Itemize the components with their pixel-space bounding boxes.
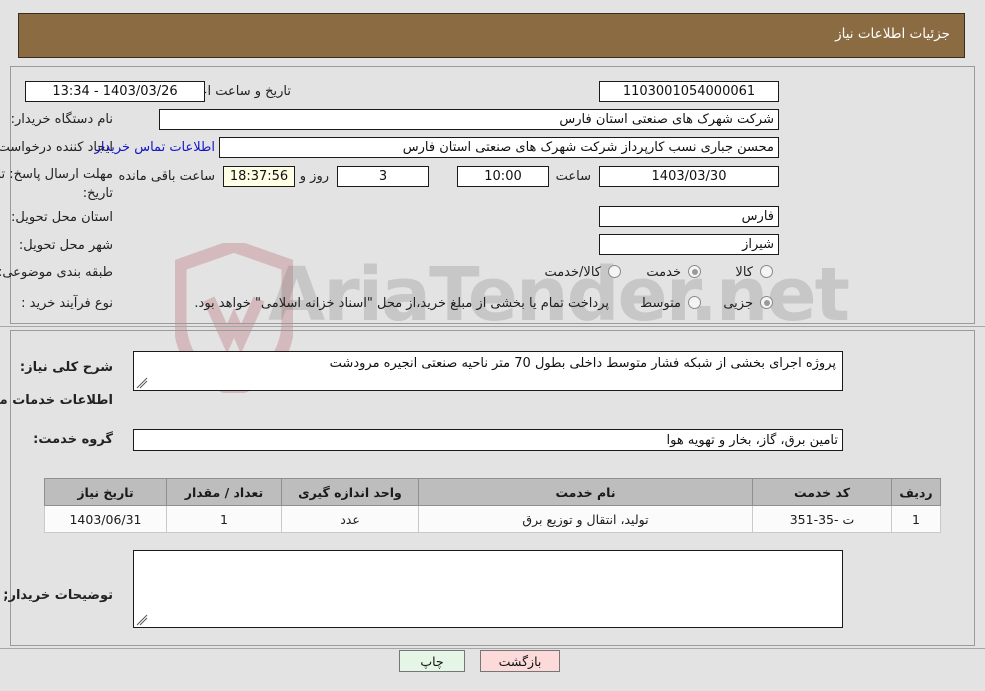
- table-row: 1 ت -35-351 تولید، انتقال و توزیع برق عد…: [44, 505, 941, 533]
- need-number-value: 1103001054000061: [599, 81, 779, 102]
- announce-datetime-value: 1403/03/26 - 13:34: [25, 81, 205, 102]
- back-button[interactable]: بازگشت: [480, 650, 560, 672]
- radio-process-motevasset-label[interactable]: متوسط: [640, 296, 681, 311]
- city-label: شهر محل تحویل:: [18, 238, 113, 253]
- countdown-value: 18:37:56: [223, 166, 295, 187]
- buyer-org-value: شرکت شهرک های صنعتی استان فارس: [159, 109, 779, 130]
- table-header-row: ردیف کد خدمت نام خدمت واحد اندازه گیری ت…: [44, 478, 941, 506]
- deadline-label-line2: تاریخ:: [82, 186, 113, 201]
- need-desc-label: شرح کلی نیاز:: [19, 360, 113, 375]
- radio-process-jozi-label[interactable]: جزیی: [723, 296, 753, 311]
- requester-value: محسن جباری نسب کارپرداز شرکت شهرک های صن…: [219, 137, 779, 158]
- radio-category-kala-khedmat-label[interactable]: کالا/خدمت: [544, 265, 601, 280]
- radio-category-khedmat[interactable]: [688, 265, 701, 278]
- deadline-hour-value: 10:00: [457, 166, 549, 187]
- cell-code: ت -35-351: [752, 505, 892, 533]
- service-group-label: گروه خدمت:: [33, 432, 113, 447]
- page-root: AriaTender.net جزئیات اطلاعات نیاز شماره…: [0, 0, 985, 691]
- radio-category-khedmat-label[interactable]: خدمت: [646, 265, 681, 280]
- section-divider-bottom: [0, 648, 985, 649]
- cell-need-date: 1403/06/31: [44, 505, 167, 533]
- print-button[interactable]: چاپ: [399, 650, 465, 672]
- buyer-notes-input[interactable]: [133, 550, 843, 628]
- col-name: نام خدمت: [418, 478, 753, 506]
- col-unit: واحد اندازه گیری: [281, 478, 419, 506]
- radio-process-motevasset[interactable]: [688, 296, 701, 309]
- top-info-panel: [10, 66, 975, 324]
- cell-name: تولید، انتقال و توزیع برق: [418, 505, 753, 533]
- deadline-date-value: 1403/03/30: [599, 166, 779, 187]
- resize-grip-icon: [136, 377, 148, 389]
- buyer-notes-label: توضیحات خریدار;: [3, 588, 113, 603]
- province-label: استان محل تحویل:: [11, 210, 113, 225]
- deadline-label-line1: مهلت ارسال پاسخ: تا: [0, 167, 113, 182]
- buyer-org-label: نام دستگاه خریدار:: [10, 112, 113, 127]
- radio-category-kala[interactable]: [760, 265, 773, 278]
- radio-category-kala-khedmat[interactable]: [608, 265, 621, 278]
- category-label: طبقه بندی موضوعی:: [0, 265, 113, 280]
- col-need-date: تاریخ نیاز: [44, 478, 167, 506]
- col-radif: ردیف: [891, 478, 941, 506]
- cell-radif: 1: [891, 505, 941, 533]
- resize-grip-icon[interactable]: [136, 614, 148, 626]
- radio-process-jozi[interactable]: [760, 296, 773, 309]
- remaining-hours-label: ساعت باقی مانده: [118, 169, 215, 184]
- services-heading: اطلاعات خدمات مورد نیاز: [0, 393, 113, 408]
- cell-unit: عدد: [281, 505, 419, 533]
- deadline-hour-label: ساعت: [555, 169, 591, 184]
- radio-category-kala-label[interactable]: کالا: [735, 265, 753, 280]
- need-desc-value: پروژه اجرای بخشی از شبکه فشار متوسط داخل…: [133, 351, 843, 391]
- buyer-contact-link[interactable]: اطلاعات تماس خریدار: [95, 140, 215, 155]
- col-qty: تعداد / مقدار: [166, 478, 282, 506]
- title-bar: جزئیات اطلاعات نیاز: [18, 13, 965, 58]
- cell-qty: 1: [166, 505, 282, 533]
- remaining-days-value: 3: [337, 166, 429, 187]
- process-label: نوع فرآیند خرید :: [21, 296, 113, 311]
- col-code: کد خدمت: [752, 478, 892, 506]
- payment-note: پرداخت تمام یا بخشی از مبلغ خرید،از محل …: [194, 296, 609, 311]
- section-divider-top: [0, 326, 985, 327]
- services-table: ردیف کد خدمت نام خدمت واحد اندازه گیری ت…: [44, 478, 941, 533]
- city-value: شیراز: [599, 234, 779, 255]
- service-group-value: تامین برق، گاز، بخار و تهویه هوا: [133, 429, 843, 451]
- province-value: فارس: [599, 206, 779, 227]
- remaining-days-label: روز و: [299, 169, 329, 184]
- need-desc-text: پروژه اجرای بخشی از شبکه فشار متوسط داخل…: [329, 356, 836, 371]
- page-title: جزئیات اطلاعات نیاز: [835, 26, 950, 42]
